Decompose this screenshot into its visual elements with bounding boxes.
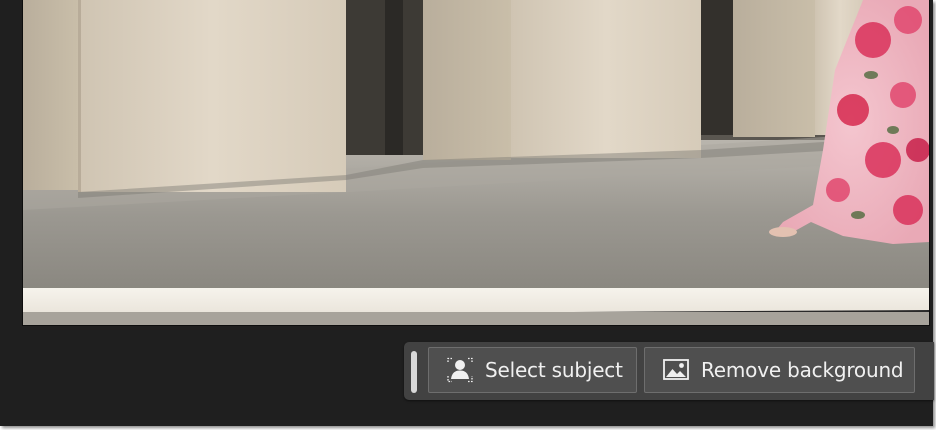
canvas-photo	[23, 0, 929, 325]
remove-background-button[interactable]: Remove background	[644, 347, 915, 393]
contextual-task-bar: Select subject Remove background	[404, 342, 934, 400]
select-subject-button[interactable]: Select subject	[428, 347, 637, 393]
app-window: Select subject Remove background	[0, 0, 934, 426]
taskbar-drag-handle[interactable]	[411, 351, 417, 393]
image-icon	[661, 357, 691, 383]
select-subject-icon	[445, 357, 475, 383]
document-canvas[interactable]	[22, 0, 930, 326]
remove-background-label: Remove background	[701, 358, 904, 382]
select-subject-label: Select subject	[485, 358, 623, 382]
